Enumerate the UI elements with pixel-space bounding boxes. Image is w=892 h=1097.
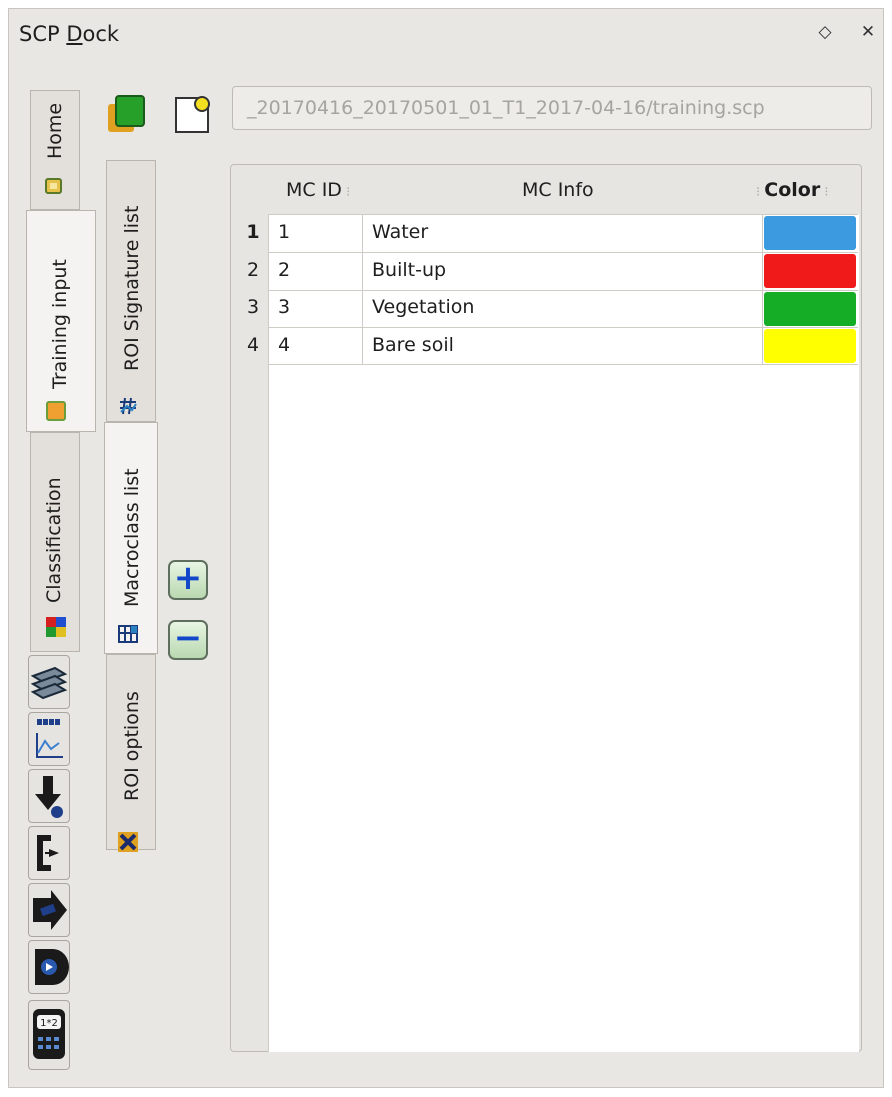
remove-macroclass-glyph: − <box>173 618 203 658</box>
column-divider <box>762 214 763 364</box>
training-input-icon <box>46 401 66 421</box>
dock-titlebar: SCP Dock ◇ ✕ <box>9 9 883 59</box>
tool-button-download[interactable] <box>28 769 70 823</box>
roi-options-icon <box>118 832 138 852</box>
spectral-plot-icon <box>36 719 63 758</box>
tab-roi-signature-list[interactable]: ROI Signature list <box>106 160 156 422</box>
tab-home-label: Home <box>44 102 66 159</box>
new-training-file-icon[interactable] <box>106 94 146 134</box>
dock-title-rest: ock <box>82 22 120 46</box>
roi-signature-icon <box>120 397 137 415</box>
svg-text:1*2: 1*2 <box>40 1018 58 1029</box>
tool-button-spectral-plot[interactable] <box>28 712 70 766</box>
tab-macroclass-list[interactable]: Macroclass list <box>104 422 158 654</box>
dock-title-prefix: SCP <box>19 22 67 46</box>
preprocessing-icon <box>37 835 59 871</box>
home-icon <box>45 178 62 194</box>
band-set-icon <box>35 949 69 985</box>
color-swatch[interactable] <box>764 292 856 326</box>
add-macroclass-button[interactable]: + <box>168 558 208 600</box>
table-cell-mc-info[interactable]: Vegetation <box>372 296 474 318</box>
remove-macroclass-button[interactable]: − <box>168 618 208 660</box>
tool-button-preprocessing[interactable] <box>28 826 70 880</box>
row-number[interactable]: 3 <box>244 296 262 318</box>
tab-macroclass-list-label: Macroclass list <box>121 468 143 607</box>
download-icon <box>35 776 63 818</box>
row-number[interactable]: 2 <box>244 259 262 281</box>
tab-classification-label: Classification <box>43 477 65 603</box>
tool-button-postprocessing[interactable] <box>28 883 70 937</box>
tab-training-input[interactable]: Training input <box>26 210 96 432</box>
row-divider <box>268 290 858 291</box>
dock-title: SCP Dock <box>19 22 119 46</box>
open-training-file-icon[interactable] <box>172 94 212 134</box>
tool-button-band-set[interactable] <box>28 940 70 994</box>
column-divider <box>362 214 363 364</box>
row-divider <box>268 214 858 215</box>
tool-button-band-calc[interactable]: 1*2 <box>28 1000 70 1070</box>
macroclass-table-icon <box>118 625 138 643</box>
row-divider <box>268 364 858 365</box>
layers-stack-icon <box>30 666 68 700</box>
color-swatch[interactable] <box>764 216 856 250</box>
column-header-mc-id[interactable]: MC ID ⁝ <box>286 175 350 205</box>
classification-icon <box>46 617 66 637</box>
dock-title-mnemonic: D <box>66 22 83 46</box>
table-cell-mc-id[interactable]: 4 <box>278 334 290 356</box>
table-cell-mc-info[interactable]: Bare soil <box>372 334 454 356</box>
row-divider <box>268 327 858 328</box>
tab-training-input-label: Training input <box>49 259 71 389</box>
column-header-color[interactable]: ⁝ Color ⁝ <box>756 175 828 205</box>
tab-roi-signature-list-label: ROI Signature list <box>121 205 143 371</box>
band-calc-icon: 1*2 <box>33 1009 65 1059</box>
row-number[interactable]: 4 <box>244 334 262 356</box>
table-cell-mc-id[interactable]: 3 <box>278 296 290 318</box>
table-cell-mc-info[interactable]: Water <box>372 221 428 243</box>
postprocessing-icon <box>33 890 67 930</box>
row-number[interactable]: 1 <box>244 221 262 243</box>
tool-button-layers[interactable] <box>28 655 70 709</box>
tab-roi-options[interactable]: ROI options <box>106 654 156 850</box>
close-dock-icon[interactable]: ✕ <box>857 21 879 43</box>
tab-roi-options-label: ROI options <box>121 691 143 801</box>
column-header-mc-info[interactable]: MC Info <box>522 175 594 205</box>
training-file-path-field[interactable]: _20170416_20170501_01_T1_2017-04-16/trai… <box>232 86 872 130</box>
table-cell-mc-info[interactable]: Built-up <box>372 259 446 281</box>
column-header-mc-id-label: MC ID <box>286 179 342 201</box>
color-swatch[interactable] <box>764 254 856 288</box>
add-macroclass-glyph: + <box>173 558 203 598</box>
table-cell-mc-id[interactable]: 1 <box>278 221 290 243</box>
column-header-color-label: Color <box>764 179 821 201</box>
row-divider <box>268 252 858 253</box>
table-cell-mc-id[interactable]: 2 <box>278 259 290 281</box>
color-swatch[interactable] <box>764 329 856 363</box>
float-dock-icon[interactable]: ◇ <box>814 21 836 43</box>
